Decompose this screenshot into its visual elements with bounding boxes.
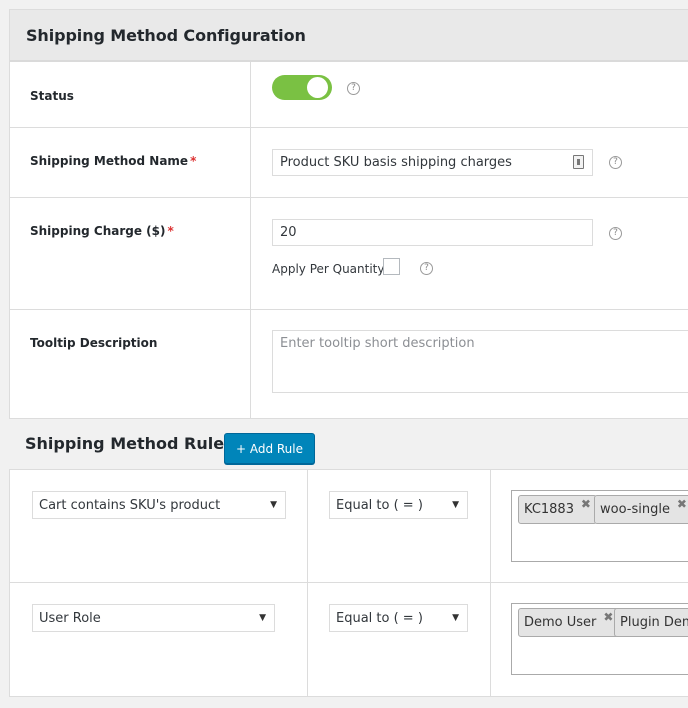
- method-name-row: Shipping Method Name * Product SKU basis …: [10, 128, 688, 198]
- dropdown-arrow-icon: ▼: [452, 613, 459, 623]
- shipping-charge-label: Shipping Charge ($) *: [10, 198, 251, 309]
- config-title: Shipping Method Configuration: [26, 25, 306, 45]
- toggle-knob: [307, 77, 328, 98]
- rules-table: Cart contains SKU's product ▼ Equal to (…: [9, 469, 688, 697]
- help-icon[interactable]: ?: [347, 82, 360, 95]
- rule-row: User Role ▼ Equal to ( = ) ▼ Demo User ✖…: [10, 583, 688, 696]
- tooltip-description-row: Tooltip Description Enter tooltip short …: [10, 310, 688, 418]
- status-row: Status ?: [10, 62, 688, 128]
- operator-select[interactable]: Equal to ( = ) ▼: [329, 604, 468, 632]
- tooltip-description-textarea[interactable]: Enter tooltip short description: [272, 330, 688, 393]
- contact-card-icon[interactable]: [573, 155, 584, 169]
- add-rule-button[interactable]: + Add Rule: [224, 433, 315, 464]
- help-icon[interactable]: ?: [420, 262, 433, 275]
- values-multiselect[interactable]: Demo User ✖ Plugin Demo ✖: [511, 603, 688, 675]
- config-header: Shipping Method Configuration: [10, 10, 688, 62]
- remove-tag-icon[interactable]: ✖: [677, 497, 687, 511]
- condition-select[interactable]: Cart contains SKU's product ▼: [32, 491, 286, 519]
- dropdown-arrow-icon: ▼: [259, 613, 266, 623]
- shipping-charge-input[interactable]: 20: [272, 219, 593, 246]
- dropdown-arrow-icon: ▼: [452, 500, 459, 510]
- apply-per-quantity-label: Apply Per Quantity: [272, 262, 385, 276]
- required-mark: *: [167, 224, 174, 238]
- operator-select[interactable]: Equal to ( = ) ▼: [329, 491, 468, 519]
- method-name-label: Shipping Method Name *: [10, 128, 251, 197]
- method-name-input[interactable]: Product SKU basis shipping charges: [272, 149, 593, 176]
- rule-row: Cart contains SKU's product ▼ Equal to (…: [10, 470, 688, 583]
- value-tag: Demo User ✖: [518, 608, 620, 637]
- apply-per-quantity-checkbox[interactable]: [383, 258, 400, 275]
- condition-select[interactable]: User Role ▼: [32, 604, 275, 632]
- value-tag: KC1883 ✖: [518, 495, 597, 524]
- rules-title: Shipping Method Rules: [25, 434, 234, 453]
- remove-tag-icon[interactable]: ✖: [581, 497, 591, 511]
- tooltip-description-label: Tooltip Description: [10, 310, 251, 418]
- shipping-charge-row: Shipping Charge ($) * 20 ? Apply Per Quan…: [10, 198, 688, 310]
- remove-tag-icon[interactable]: ✖: [603, 610, 613, 624]
- help-icon[interactable]: ?: [609, 156, 622, 169]
- value-tag: Plugin Demo ✖: [614, 608, 688, 637]
- help-icon[interactable]: ?: [609, 227, 622, 240]
- dropdown-arrow-icon: ▼: [270, 500, 277, 510]
- value-tag: woo-single ✖: [594, 495, 688, 524]
- status-label: Status: [10, 62, 251, 127]
- status-toggle[interactable]: [272, 75, 332, 100]
- values-multiselect[interactable]: KC1883 ✖ woo-single ✖: [511, 490, 688, 562]
- shipping-method-configuration-panel: Shipping Method Configuration Status ? S…: [9, 9, 688, 419]
- required-mark: *: [190, 154, 197, 168]
